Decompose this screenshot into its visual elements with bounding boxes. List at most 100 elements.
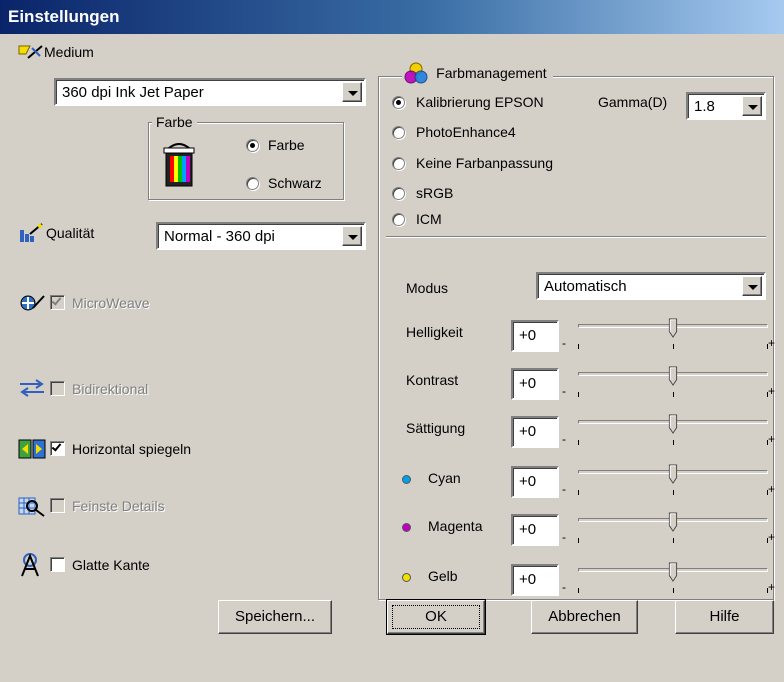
gelb-plus-mark: + — [768, 580, 776, 594]
kalibrierung-epson-label[interactable]: Kalibrierung EPSON — [416, 94, 544, 110]
helligkeit-plus-mark: + — [768, 336, 776, 350]
smooth-edge-checkbox[interactable] — [50, 557, 65, 572]
smooth-edge-label[interactable]: Glatte Kante — [72, 557, 150, 573]
chevron-down-icon[interactable] — [342, 226, 362, 246]
quality-select[interactable]: Normal - 360 dpi — [156, 222, 366, 250]
bidirectional-checkbox[interactable] — [50, 381, 65, 396]
icm-label[interactable]: ICM — [416, 211, 442, 227]
helligkeit-value: +0 — [519, 327, 537, 344]
microweave-icon — [20, 295, 45, 311]
help-button[interactable]: Hilfe — [675, 600, 774, 634]
mirror-horizontal-label[interactable]: Horizontal spiegeln — [72, 441, 191, 457]
helligkeit-label: Helligkeit — [406, 324, 463, 340]
srgb-label[interactable]: sRGB — [416, 185, 453, 201]
keine-farbanpassung-radio[interactable] — [392, 157, 405, 170]
s-ttigung-slider-thumb[interactable] — [668, 414, 678, 434]
gamma-select[interactable]: 1.8 — [686, 92, 766, 120]
gelb-slider-tick — [672, 588, 674, 593]
helligkeit-slider-thumb[interactable] — [668, 318, 678, 338]
helligkeit-slider-tick — [578, 344, 579, 349]
schwarz-radio-label[interactable]: Schwarz — [268, 175, 322, 191]
s-ttigung-minus-mark: - — [562, 432, 566, 446]
microweave-checkbox[interactable] — [50, 295, 65, 310]
mirror-horizontal-checkbox[interactable] — [50, 441, 65, 456]
gelb-label: Gelb — [428, 568, 458, 584]
kontrast-value-field[interactable]: +0 — [511, 368, 559, 400]
chevron-down-icon[interactable] — [742, 96, 762, 116]
quality-select-value: Normal - 360 dpi — [164, 228, 275, 245]
mirror-horizontal-icon — [18, 439, 46, 459]
farbmanagement-separator — [386, 236, 766, 238]
farbe-group-legend: Farbe — [152, 114, 197, 130]
microweave-label[interactable]: MicroWeave — [72, 295, 150, 311]
cyan-value-field[interactable]: +0 — [511, 466, 559, 498]
magenta-value-field[interactable]: +0 — [511, 514, 559, 546]
gelb-minus-mark: - — [562, 580, 566, 594]
kontrast-minus-mark: - — [562, 384, 566, 398]
s-ttigung-value-field[interactable]: +0 — [511, 416, 559, 448]
farbmanagement-legend-text: Farbmanagement — [436, 65, 547, 81]
save-button[interactable]: Speichern... — [218, 600, 332, 634]
kontrast-slider-tick — [578, 392, 579, 397]
s-ttigung-plus-mark: + — [768, 432, 776, 446]
kontrast-value: +0 — [519, 375, 537, 392]
cyan-slider-tick — [672, 490, 674, 495]
farbe-radio[interactable] — [246, 139, 259, 152]
quality-label: Qualität — [46, 225, 95, 241]
modus-label: Modus — [406, 280, 449, 296]
magenta-minus-mark: - — [562, 530, 566, 544]
s-ttigung-slider-tick — [578, 440, 579, 445]
bidirectional-label[interactable]: Bidirektional — [72, 381, 148, 397]
cyan-plus-mark: + — [768, 482, 776, 496]
gelb-color-dot — [402, 573, 411, 582]
kontrast-label: Kontrast — [406, 372, 459, 388]
color-ink-bucket-icon — [163, 143, 195, 187]
schwarz-radio[interactable] — [246, 177, 259, 190]
helligkeit-minus-mark: - — [562, 336, 566, 350]
cyan-slider-tick — [578, 490, 579, 495]
gelb-slider-tick — [578, 588, 579, 593]
modus-select-value: Automatisch — [544, 278, 627, 295]
window-title: Einstellungen — [0, 0, 784, 34]
finest-detail-checkbox[interactable] — [50, 498, 65, 513]
icm-radio[interactable] — [392, 213, 405, 226]
srgb-radio[interactable] — [392, 187, 405, 200]
s-ttigung-value: +0 — [519, 423, 537, 440]
magenta-slider-tick — [578, 538, 579, 543]
modus-select[interactable]: Automatisch — [536, 272, 766, 300]
cyan-slider-thumb[interactable] — [668, 464, 678, 484]
s-ttigung-slider-tick — [672, 440, 674, 445]
gelb-slider-thumb[interactable] — [668, 562, 678, 582]
photoenhance4-label[interactable]: PhotoEnhance4 — [416, 124, 516, 140]
kontrast-slider-thumb[interactable] — [668, 366, 678, 386]
kontrast-plus-mark: + — [768, 384, 776, 398]
ok-button[interactable]: OK — [386, 599, 486, 635]
smooth-edge-icon — [21, 553, 39, 577]
medium-select[interactable]: 360 dpi Ink Jet Paper — [54, 78, 366, 106]
farbe-radio-label[interactable]: Farbe — [268, 137, 305, 153]
cyan-label: Cyan — [428, 470, 461, 486]
gamma-label: Gamma(D) — [598, 94, 668, 110]
bidirectional-icon — [20, 379, 44, 397]
cyan-value: +0 — [519, 473, 537, 490]
magenta-slider-tick — [672, 538, 674, 543]
magenta-label: Magenta — [428, 518, 483, 534]
helligkeit-value-field[interactable]: +0 — [511, 320, 559, 352]
gelb-value: +0 — [519, 571, 537, 588]
cyan-minus-mark: - — [562, 482, 566, 496]
magenta-value: +0 — [519, 521, 537, 538]
keine-farbanpassung-label[interactable]: Keine Farbanpassung — [416, 155, 553, 171]
gelb-value-field[interactable]: +0 — [511, 564, 559, 596]
cyan-color-dot — [402, 475, 411, 484]
cancel-button[interactable]: Abbrechen — [531, 600, 638, 634]
medium-label: Medium — [44, 44, 94, 60]
photoenhance4-radio[interactable] — [392, 126, 405, 139]
finest-detail-label[interactable]: Feinste Details — [72, 498, 165, 514]
color-circles-icon — [404, 62, 428, 84]
magenta-plus-mark: + — [768, 530, 776, 544]
magenta-slider-thumb[interactable] — [668, 512, 678, 532]
chevron-down-icon[interactable] — [342, 82, 362, 102]
helligkeit-slider-tick — [672, 344, 674, 349]
chevron-down-icon[interactable] — [742, 276, 762, 296]
kalibrierung-epson-radio[interactable] — [392, 96, 405, 109]
